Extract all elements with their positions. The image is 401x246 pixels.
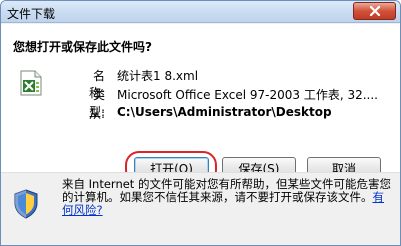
file-download-dialog: 文件下载 您想打开或保存此文件吗? 名称: 统计表1 8.xml 类型: Mic… [0,0,401,246]
file-source-label: 从: [88,107,105,121]
title-bar[interactable]: 文件下载 [1,1,400,23]
close-icon [369,6,380,16]
warning-message: 来自 Internet 的文件可能对您有所帮助，但某些文件可能危害您的计算机。如… [62,177,391,204]
window-title: 文件下载 [7,7,56,21]
file-type-value: Microsoft Office Excel 97-2003 工作表, 32..… [117,88,378,102]
warning-text: 来自 Internet 的文件可能对您有所帮助，但某些文件可能危害您的计算机。如… [62,178,392,217]
shield-warning-icon [14,189,38,219]
dialog-question: 您想打开或保存此文件吗? [13,40,152,54]
warning-area: 来自 Internet 的文件可能对您有所帮助，但某些文件可能危害您的计算机。如… [1,173,400,245]
file-name-value: 统计表1 8.xml [117,69,199,83]
dialog-content: 您想打开或保存此文件吗? 名称: 统计表1 8.xml 类型: Microsof… [1,24,400,184]
excel-file-icon [20,70,42,96]
close-button[interactable] [353,2,396,20]
file-source-value: C:\Users\Administrator\Desktop [117,105,332,119]
